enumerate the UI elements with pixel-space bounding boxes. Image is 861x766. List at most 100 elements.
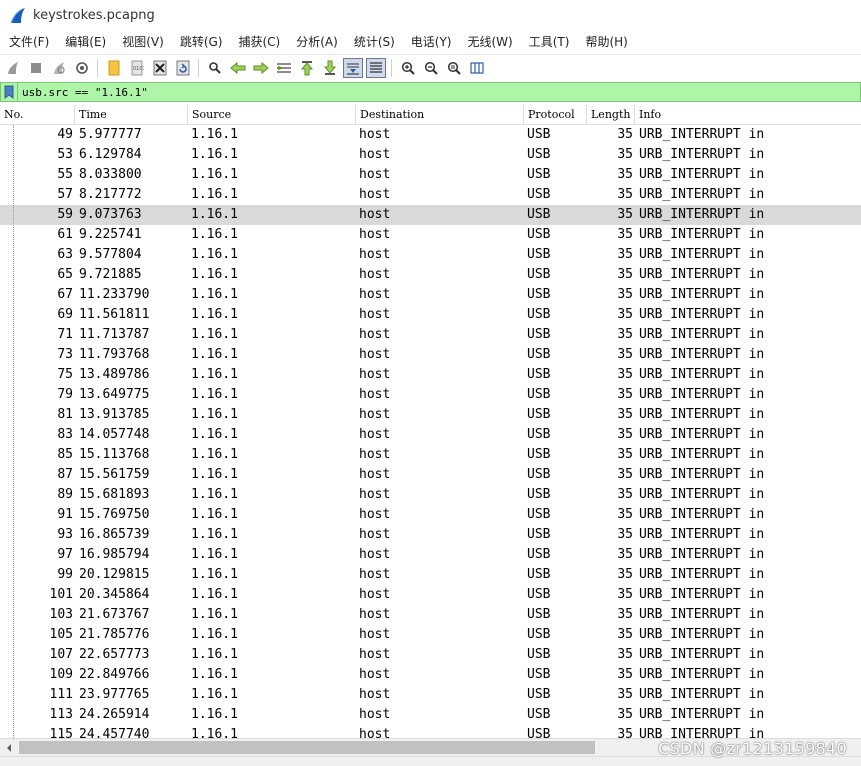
open-file-icon[interactable] [104, 58, 124, 78]
menu-help[interactable]: 帮助(H) [576, 31, 634, 53]
find-packet-icon[interactable] [205, 58, 225, 78]
save-file-icon[interactable]: 0101 [127, 58, 147, 78]
table-row[interactable]: 53 6.129784 1.16.1 host USB 35 URB_INTERRUPT i… [0, 145, 861, 165]
packet-no: 87 [57, 467, 73, 482]
zoom-out-icon[interactable] [421, 58, 441, 78]
menu-analyze[interactable]: 分析(A) [287, 31, 345, 53]
table-row[interactable]: 73 11.793768 1.16.1 host USB 35 URB_INTERRUPT … [0, 345, 861, 365]
table-row[interactable]: 49 5.977777 1.16.1 host USB 35 URB_INTERRUPT i… [0, 125, 861, 145]
restart-capture-icon[interactable] [49, 58, 69, 78]
column-header-time[interactable]: Time [75, 105, 188, 124]
packet-time: 21.673767 [79, 607, 150, 622]
packet-no: 99 [57, 567, 73, 582]
packet-no: 53 [57, 147, 73, 162]
table-row[interactable]: 81 13.913785 1.16.1 host USB 35 URB_INTERRUPT … [0, 405, 861, 425]
packet-time: 22.657773 [79, 647, 150, 662]
packet-source: 1.16.1 [191, 627, 238, 642]
table-row[interactable]: 63 9.577804 1.16.1 host USB 35 URB_INTERRUPT i… [0, 245, 861, 265]
scroll-left-icon[interactable] [0, 739, 17, 756]
packet-time: 11.561811 [79, 307, 150, 322]
packet-no: 75 [57, 367, 73, 382]
table-row[interactable]: 93 16.865739 1.16.1 host USB 35 URB_INTERRUPT … [0, 525, 861, 545]
table-row[interactable]: 85 15.113768 1.16.1 host USB 35 URB_INTERRUPT … [0, 445, 861, 465]
packet-source: 1.16.1 [191, 667, 238, 682]
table-row[interactable]: 71 11.713787 1.16.1 host USB 35 URB_INTERRUPT … [0, 325, 861, 345]
table-row[interactable]: 79 13.649775 1.16.1 host USB 35 URB_INTERRUPT … [0, 385, 861, 405]
packet-list[interactable]: No. Time Source Destination Protocol Len… [0, 105, 861, 738]
table-row[interactable]: 59 9.073763 1.16.1 host USB 35 URB_INTERRUPT i… [0, 205, 861, 225]
packet-source: 1.16.1 [191, 207, 238, 222]
packet-length: 35 [617, 367, 633, 382]
packet-time: 8.033800 [79, 167, 142, 182]
packet-time: 16.865739 [79, 527, 150, 542]
zoom-in-icon[interactable] [398, 58, 418, 78]
packet-source: 1.16.1 [191, 367, 238, 382]
bookmark-icon[interactable] [1, 83, 18, 101]
menu-file[interactable]: 文件(F) [0, 31, 56, 53]
table-row[interactable]: 75 13.489786 1.16.1 host USB 35 URB_INTERRUPT … [0, 365, 861, 385]
capture-options-icon[interactable] [72, 58, 92, 78]
table-row[interactable]: 83 14.057748 1.16.1 host USB 35 URB_INTERRUPT … [0, 425, 861, 445]
packet-no: 49 [57, 127, 73, 142]
packet-destination: host [359, 707, 391, 722]
go-back-icon[interactable] [228, 58, 248, 78]
table-row[interactable]: 111 23.977765 1.16.1 host USB 35 URB_INTERRUPT… [0, 685, 861, 705]
packet-length: 35 [617, 447, 633, 462]
menu-telephony[interactable]: 电话(Y) [402, 31, 459, 53]
column-header-protocol[interactable]: Protocol [524, 105, 587, 124]
normal-size-icon[interactable] [444, 58, 464, 78]
packet-no: 91 [57, 507, 73, 522]
packet-time: 16.985794 [79, 547, 150, 562]
start-capture-icon[interactable] [3, 58, 23, 78]
packet-no: 103 [49, 607, 73, 622]
table-row[interactable]: 57 8.217772 1.16.1 host USB 35 URB_INTERRUPT i… [0, 185, 861, 205]
table-row[interactable]: 101 20.345864 1.16.1 host USB 35 URB_INTERRUPT… [0, 585, 861, 605]
table-row[interactable]: 65 9.721885 1.16.1 host USB 35 URB_INTERRUPT i… [0, 265, 861, 285]
menu-wireless[interactable]: 无线(W) [459, 31, 520, 53]
go-to-packet-icon[interactable] [274, 58, 294, 78]
packet-length: 35 [617, 407, 633, 422]
menu-go[interactable]: 跳转(G) [171, 31, 230, 53]
menu-view[interactable]: 视图(V) [113, 31, 171, 53]
column-header-source[interactable]: Source [188, 105, 356, 124]
table-row[interactable]: 87 15.561759 1.16.1 host USB 35 URB_INTERRUPT … [0, 465, 861, 485]
close-file-icon[interactable] [150, 58, 170, 78]
menu-edit[interactable]: 编辑(E) [56, 31, 113, 53]
table-row[interactable]: 67 11.233790 1.16.1 host USB 35 URB_INTERRUPT … [0, 285, 861, 305]
go-forward-icon[interactable] [251, 58, 271, 78]
scrollbar-thumb[interactable] [19, 741, 595, 754]
table-row[interactable]: 115 24.457740 1.16.1 host USB 35 URB_INTERRUPT… [0, 725, 861, 738]
table-row[interactable]: 61 9.225741 1.16.1 host USB 35 URB_INTERRUPT i… [0, 225, 861, 245]
column-header-no[interactable]: No. [0, 105, 75, 124]
column-header-destination[interactable]: Destination [356, 105, 524, 124]
colorize-icon[interactable] [366, 58, 386, 78]
display-filter-bar [0, 82, 861, 102]
column-header-info[interactable]: Info [635, 105, 861, 124]
autoscroll-icon[interactable] [343, 58, 363, 78]
tree-guide-line [13, 125, 15, 738]
packet-length: 35 [617, 147, 633, 162]
packet-info: URB_INTERRUPT in [639, 667, 765, 682]
table-row[interactable]: 69 11.561811 1.16.1 host USB 35 URB_INTERRUPT … [0, 305, 861, 325]
menu-capture[interactable]: 捕获(C) [229, 31, 287, 53]
stop-capture-icon[interactable] [26, 58, 46, 78]
menu-tools[interactable]: 工具(T) [520, 31, 577, 53]
table-row[interactable]: 55 8.033800 1.16.1 host USB 35 URB_INTERRUPT i… [0, 165, 861, 185]
reload-file-icon[interactable] [173, 58, 193, 78]
menu-statistics[interactable]: 统计(S) [345, 31, 402, 53]
go-last-icon[interactable] [320, 58, 340, 78]
table-row[interactable]: 105 21.785776 1.16.1 host USB 35 URB_INTERRUPT… [0, 625, 861, 645]
go-first-icon[interactable] [297, 58, 317, 78]
table-row[interactable]: 97 16.985794 1.16.1 host USB 35 URB_INTERRUPT … [0, 545, 861, 565]
table-row[interactable]: 91 15.769750 1.16.1 host USB 35 URB_INTERRUPT … [0, 505, 861, 525]
table-row[interactable]: 107 22.657773 1.16.1 host USB 35 URB_INTERRUPT… [0, 645, 861, 665]
table-row[interactable]: 103 21.673767 1.16.1 host USB 35 URB_INTERRUPT… [0, 605, 861, 625]
table-row[interactable]: 89 15.681893 1.16.1 host USB 35 URB_INTERRUPT … [0, 485, 861, 505]
table-row[interactable]: 99 20.129815 1.16.1 host USB 35 URB_INTERRUPT … [0, 565, 861, 585]
display-filter-input[interactable] [18, 84, 822, 100]
table-row[interactable]: 113 24.265914 1.16.1 host USB 35 URB_INTERRUPT… [0, 705, 861, 725]
resize-columns-icon[interactable] [467, 58, 487, 78]
packet-destination: host [359, 307, 391, 322]
table-row[interactable]: 109 22.849766 1.16.1 host USB 35 URB_INTERRUPT… [0, 665, 861, 685]
column-header-length[interactable]: Length [587, 105, 635, 124]
